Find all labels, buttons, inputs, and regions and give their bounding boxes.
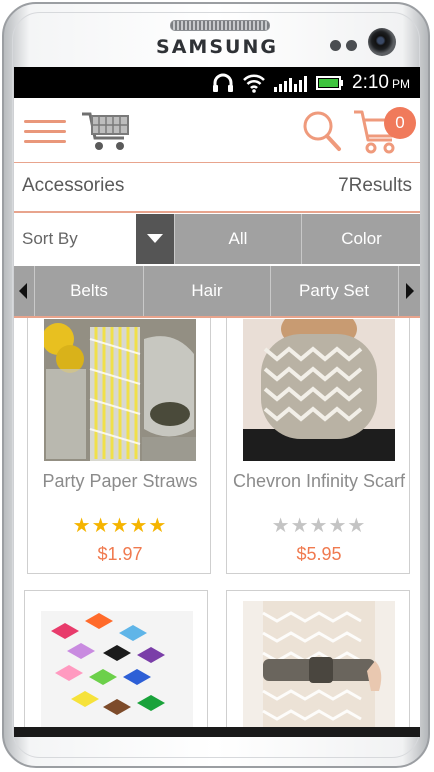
speaker-grille <box>170 20 270 31</box>
product-card[interactable]: Chevron Infinity Scarf ★★★★★ $5.95 <box>226 318 410 574</box>
product-image <box>41 611 193 727</box>
wifi-icon <box>243 74 265 93</box>
product-card[interactable]: Party Paper Straws ★★★★★ $1.97 <box>27 318 211 574</box>
star-rating: ★★★★★ <box>271 515 367 537</box>
category-title: Accessories <box>22 175 125 196</box>
product-card[interactable] <box>24 590 208 727</box>
sort-by-label: Sort By <box>22 229 78 248</box>
sensor-dot <box>346 40 357 51</box>
product-image <box>243 601 395 727</box>
product-card[interactable] <box>226 590 410 727</box>
status-time-ampm: PM <box>392 77 410 91</box>
search-icon[interactable] <box>302 110 342 152</box>
front-camera <box>368 28 396 56</box>
status-time-value: 2:10 <box>352 72 389 93</box>
scroll-right-icon[interactable] <box>398 266 419 316</box>
product-price: $5.95 <box>296 544 342 564</box>
shopping-cart-logo-icon <box>82 112 129 150</box>
screen: 2:10 PM 0 Accessories 7Results Sort By A… <box>14 67 420 727</box>
device-brand: SAMSUNG <box>156 36 278 58</box>
signal-strength-icon <box>274 76 308 92</box>
screen-bottom-edge <box>14 727 420 737</box>
status-icons: 2:10 PM <box>212 71 410 95</box>
scroll-left-icon[interactable] <box>14 266 34 316</box>
subcategory-party-set[interactable]: Party Set <box>270 266 397 316</box>
product-grid: Party Paper Straws ★★★★★ $1.97 Chevron I… <box>14 318 420 727</box>
subcategory-belts[interactable]: Belts <box>34 266 143 316</box>
status-bar: 2:10 PM <box>14 67 420 98</box>
hair-bows-image <box>41 611 193 727</box>
stretch-belt-image <box>243 601 395 727</box>
infinity-scarf-image <box>243 319 395 461</box>
subcategory-hair[interactable]: Hair <box>143 266 270 316</box>
sensor-dot <box>330 40 341 51</box>
subcategory-row: Belts Hair Party Set <box>14 266 420 318</box>
filter-all-button[interactable]: All <box>174 214 301 264</box>
hamburger-menu-icon[interactable] <box>24 120 66 144</box>
chevron-down-icon[interactable] <box>136 214 174 264</box>
app-header: 0 <box>14 98 420 163</box>
battery-icon <box>316 76 344 90</box>
cart-button[interactable]: 0 <box>352 106 418 156</box>
product-image <box>44 319 196 461</box>
sort-by-dropdown[interactable]: Sort By <box>14 214 137 264</box>
cart-count-badge: 0 <box>384 107 416 139</box>
filter-row: Sort By All Color <box>14 214 420 264</box>
product-name: Party Paper Straws <box>42 471 198 491</box>
filter-color-button[interactable]: Color <box>301 214 420 264</box>
product-image <box>243 319 395 461</box>
status-time: 2:10 PM <box>352 72 410 94</box>
product-name: Chevron Infinity Scarf <box>232 471 406 491</box>
star-rating: ★★★★★ <box>72 515 168 537</box>
category-bar: Accessories 7Results <box>14 163 420 213</box>
paper-straws-image <box>44 319 196 461</box>
results-count: 7Results <box>338 175 412 196</box>
product-price: $1.97 <box>97 544 143 564</box>
headphones-icon <box>213 73 234 92</box>
